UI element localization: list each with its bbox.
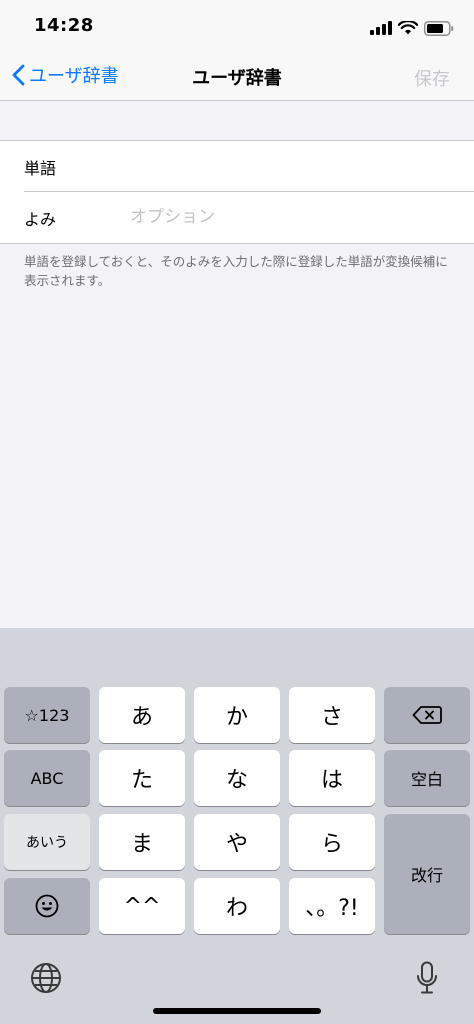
key-kana[interactable]: あいう [4, 814, 90, 870]
key-sa[interactable]: さ [289, 687, 375, 743]
keyboard: ☆123 あ か さ ABC た な は 空白 あいう ま や ら 改行 ^^ … [0, 628, 474, 1024]
cellular-signal-icon [370, 21, 392, 35]
status-icons [370, 18, 454, 38]
space-key[interactable]: 空白 [384, 750, 470, 806]
key-punctuation[interactable]: 、。?! [289, 878, 375, 934]
globe-button[interactable] [28, 960, 64, 996]
key-kaomoji[interactable]: ^^ [99, 878, 185, 934]
key-ya[interactable]: や [194, 814, 280, 870]
word-form: 単語 よみ [0, 140, 474, 244]
status-bar: 14:28 [0, 0, 474, 52]
page-title: ユーザ辞書 [192, 68, 282, 89]
key-ma[interactable]: ま [99, 814, 185, 870]
word-row[interactable]: 単語 [0, 141, 474, 192]
key-numbers[interactable]: ☆123 [4, 687, 90, 743]
save-button[interactable]: 保存 [414, 65, 450, 91]
emoji-icon [35, 894, 59, 918]
key-ra[interactable]: ら [289, 814, 375, 870]
word-label: 単語 [24, 159, 57, 178]
key-ha[interactable]: は [289, 750, 375, 806]
wifi-icon [398, 21, 418, 35]
key-na[interactable]: な [194, 750, 280, 806]
delete-backward-icon [412, 706, 442, 724]
key-ta[interactable]: た [99, 750, 185, 806]
key-a[interactable]: あ [99, 687, 185, 743]
delete-key[interactable] [384, 687, 470, 743]
reading-input[interactable] [130, 202, 450, 232]
reading-row[interactable]: よみ [0, 192, 474, 242]
battery-icon [424, 20, 454, 36]
reading-label: よみ [24, 210, 57, 229]
dictation-button[interactable] [410, 958, 444, 998]
help-text: 単語を登録しておくと、そのよみを入力した際に登録した単語が変換候補に表示されます… [24, 254, 448, 288]
key-abc[interactable]: ABC [4, 750, 90, 806]
key-wa[interactable]: わ [194, 878, 280, 934]
return-key[interactable]: 改行 [384, 814, 470, 934]
emoji-key[interactable] [4, 878, 90, 934]
globe-icon [31, 963, 61, 993]
navigation-bar: ユーザ辞書 ユーザ辞書 保存 [0, 52, 474, 101]
key-ka[interactable]: か [194, 687, 280, 743]
word-input[interactable] [130, 151, 450, 181]
home-indicator[interactable] [153, 1008, 321, 1014]
microphone-icon [417, 961, 437, 994]
status-time: 14:28 [34, 15, 94, 36]
